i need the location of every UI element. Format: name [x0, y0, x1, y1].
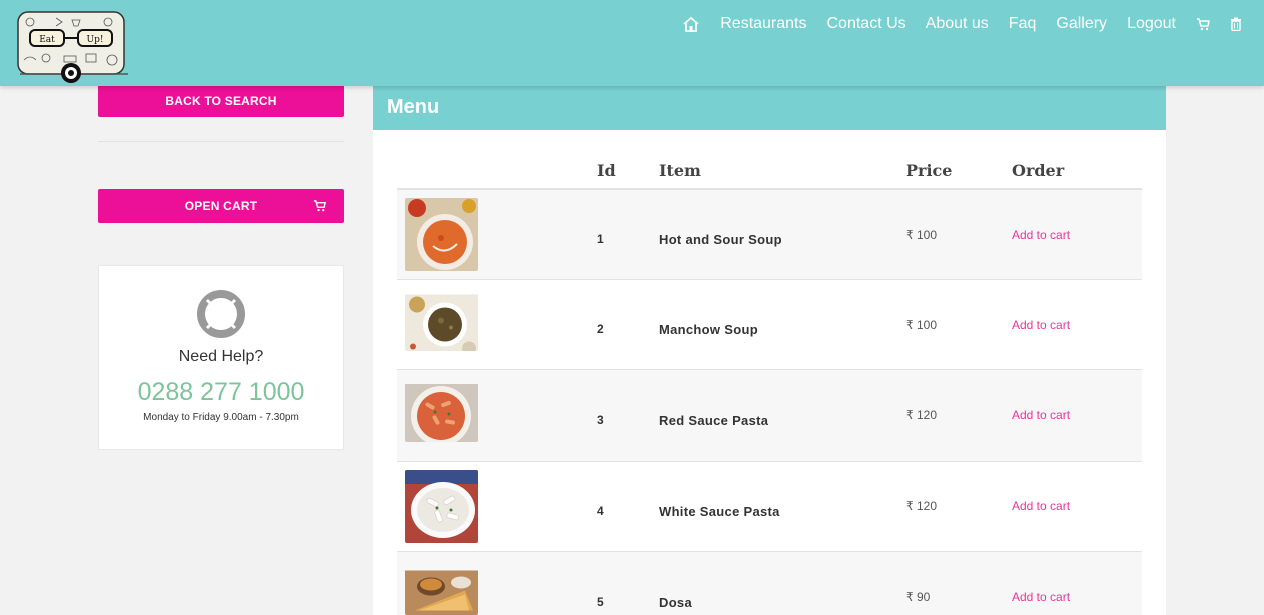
nav-gallery[interactable]: Gallery	[1056, 15, 1107, 33]
open-cart-button[interactable]: OPEN CART	[98, 189, 344, 223]
back-to-search-label: BACK TO SEARCH	[165, 93, 277, 108]
open-cart-label: OPEN CART	[184, 199, 258, 213]
top-header: Eat Up! Restaurants Contact Us About us …	[0, 0, 1264, 86]
add-to-cart-link[interactable]: Add to cart	[1012, 408, 1070, 422]
row-id: 4	[597, 504, 604, 518]
table-row: 5 Dosa ₹ 90 Add to cart	[397, 552, 1142, 615]
cart-icon	[313, 199, 326, 215]
back-to-search-button[interactable]: BACK TO SEARCH	[98, 84, 344, 117]
row-item: Manchow Soup	[659, 322, 758, 337]
row-item: White Sauce Pasta	[659, 504, 780, 519]
row-id: 5	[597, 595, 604, 609]
row-item: Red Sauce Pasta	[659, 413, 769, 428]
nav-restaurants[interactable]: Restaurants	[720, 15, 806, 33]
food-image	[405, 198, 478, 271]
logo-text-right: Up!	[87, 35, 104, 45]
food-image	[405, 470, 478, 543]
table-row: 4 White Sauce Pasta ₹ 120 Add to cart	[397, 462, 1142, 552]
row-price: ₹ 90	[906, 590, 931, 604]
menu-title: Menu	[373, 86, 1166, 130]
sidebar-divider	[98, 141, 344, 142]
main-nav: Restaurants Contact Us About us Faq Gall…	[682, 13, 1242, 35]
add-to-cart-link[interactable]: Add to cart	[1012, 318, 1070, 332]
food-image	[405, 289, 478, 351]
add-to-cart-link[interactable]: Add to cart	[1012, 228, 1070, 242]
help-title: Need Help?	[178, 348, 264, 365]
table-header: Id Item Price Order	[397, 130, 1142, 190]
logo-text-left: Eat	[39, 35, 55, 45]
table-row: 3 Red Sauce Pasta ₹ 120 Add to cart	[397, 370, 1142, 462]
help-phone[interactable]: 0288 277 1000	[99, 378, 343, 407]
add-to-cart-link[interactable]: Add to cart	[1012, 499, 1070, 513]
row-id: 1	[597, 232, 604, 246]
nav-logout[interactable]: Logout	[1127, 15, 1176, 33]
help-box: Need Help? 0288 277 1000 Monday to Frida…	[98, 265, 344, 450]
cart-icon[interactable]	[1196, 17, 1210, 31]
column-price: Price	[906, 161, 953, 180]
add-to-cart-link[interactable]: Add to cart	[1012, 590, 1070, 604]
lifebuoy-icon	[196, 289, 246, 344]
nav-contact-us[interactable]: Contact Us	[827, 15, 906, 33]
row-id: 3	[597, 413, 604, 427]
nav-faq[interactable]: Faq	[1009, 15, 1037, 33]
table-row: 1 Hot and Sour Soup ₹ 100 Add to cart	[397, 190, 1142, 280]
row-price: ₹ 100	[906, 318, 937, 332]
column-item: Item	[659, 161, 701, 180]
home-icon[interactable]	[682, 16, 700, 32]
food-image	[405, 561, 478, 615]
row-price: ₹ 120	[906, 408, 937, 422]
column-order: Order	[1012, 161, 1065, 180]
food-image	[405, 379, 478, 442]
nav-about-us[interactable]: About us	[926, 15, 989, 33]
row-price: ₹ 100	[906, 228, 937, 242]
menu-panel: Id Item Price Order 1 Hot and Sour Soup …	[373, 130, 1166, 615]
trash-icon[interactable]	[1230, 17, 1242, 31]
row-item: Dosa	[659, 595, 692, 610]
row-item: Hot and Sour Soup	[659, 232, 782, 247]
row-price: ₹ 120	[906, 499, 937, 513]
column-id: Id	[597, 161, 616, 180]
help-hours: Monday to Friday 9.00am - 7.30pm	[143, 412, 299, 423]
table-row: 2 Manchow Soup ₹ 100 Add to cart	[397, 280, 1142, 370]
logo[interactable]: Eat Up!	[16, 10, 132, 84]
row-id: 2	[597, 322, 604, 336]
